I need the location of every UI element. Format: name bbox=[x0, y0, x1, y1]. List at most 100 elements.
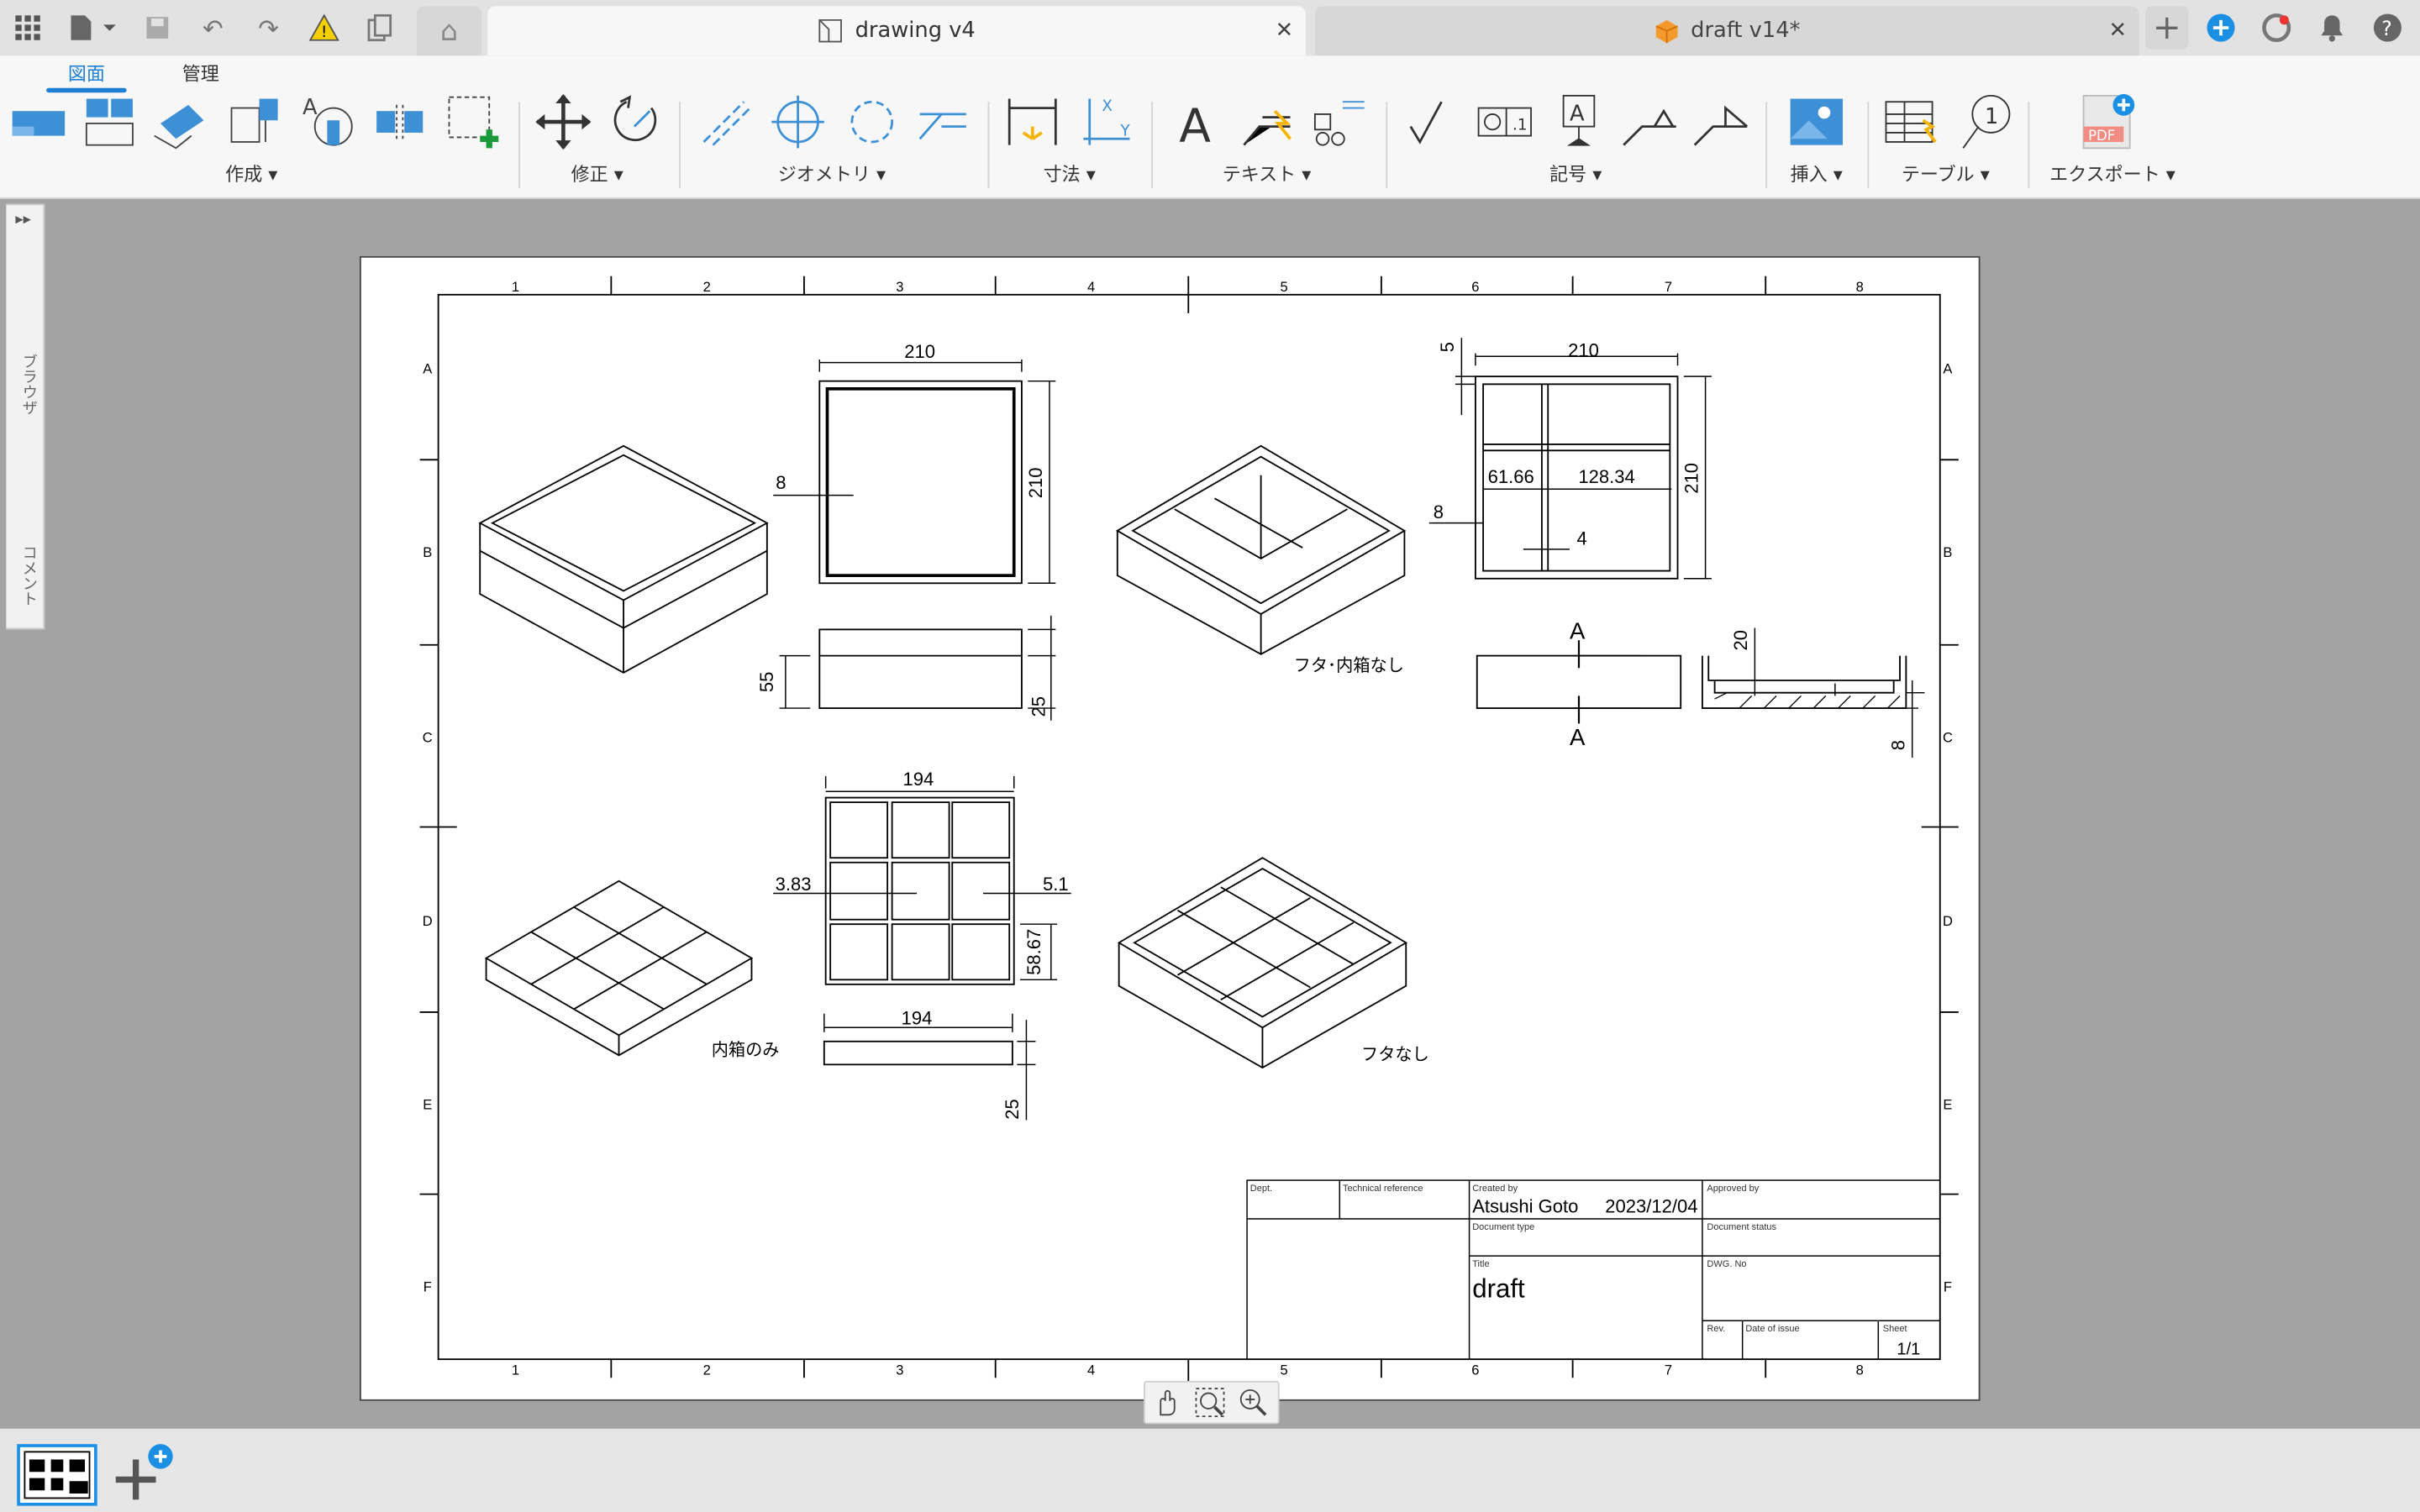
view-caption: フタ･内箱なし bbox=[1294, 656, 1404, 675]
help-icon[interactable]: ? bbox=[2369, 9, 2406, 46]
tab-draft[interactable]: draft v14* ✕ bbox=[1314, 6, 2139, 56]
move-icon[interactable] bbox=[534, 92, 593, 151]
front-view-lid[interactable] bbox=[779, 615, 1056, 721]
datum-identifier-icon[interactable]: A bbox=[1549, 92, 1608, 151]
projected-view-icon[interactable] bbox=[81, 92, 139, 151]
leader-icon[interactable] bbox=[1241, 92, 1300, 151]
group-create[interactable]: 作成 ▾ bbox=[225, 160, 277, 186]
iso-box-with-tray[interactable] bbox=[1117, 857, 1408, 1069]
top-view-box[interactable] bbox=[1428, 338, 1712, 580]
dim-label: 25 bbox=[1002, 1099, 1023, 1120]
group-insert[interactable]: 挿入 ▾ bbox=[1791, 160, 1843, 186]
tab-drawing[interactable]: drawing v4 ✕ bbox=[487, 6, 1306, 56]
title-block-field: Approved by bbox=[1707, 1184, 1759, 1194]
balloon-icon[interactable]: 1 bbox=[1957, 92, 2016, 151]
dimension-icon[interactable] bbox=[1003, 92, 1062, 151]
zone-row-label: A bbox=[1943, 360, 1952, 376]
close-tab-icon[interactable]: ✕ bbox=[2108, 18, 2127, 43]
group-modify[interactable]: 修正 ▾ bbox=[571, 160, 623, 186]
zone-row-label: D bbox=[1943, 913, 1953, 929]
file-menu-icon[interactable] bbox=[65, 9, 117, 46]
notification-bell-icon[interactable] bbox=[2313, 9, 2350, 46]
tab-drawing-ribbon[interactable]: 図面 bbox=[46, 60, 127, 93]
view-caption: 内箱のみ bbox=[712, 1040, 780, 1059]
sheet-thumbnail[interactable] bbox=[17, 1444, 97, 1506]
copy-icon[interactable] bbox=[361, 9, 398, 46]
top-view-lid[interactable] bbox=[773, 359, 1056, 585]
iso-inner-tray[interactable] bbox=[484, 879, 754, 1057]
svg-text:A: A bbox=[1570, 101, 1585, 126]
browser-label[interactable]: ブラウザ bbox=[15, 354, 39, 415]
apps-grid-icon[interactable] bbox=[9, 9, 46, 46]
break-view-icon[interactable]: A bbox=[299, 92, 358, 151]
edge-extension-icon[interactable] bbox=[913, 92, 972, 151]
zone-col-label: 2 bbox=[703, 279, 711, 295]
svg-text:A: A bbox=[1179, 99, 1211, 151]
zone-col-label: 5 bbox=[1281, 1362, 1288, 1378]
undo-icon[interactable]: ↶ bbox=[194, 9, 231, 46]
view-caption: フタなし bbox=[1361, 1045, 1429, 1064]
creation-date: 2023/12/04 bbox=[1605, 1196, 1697, 1217]
tab-manage[interactable]: 管理 bbox=[182, 60, 219, 87]
group-dimensions[interactable]: 寸法 ▾ bbox=[1044, 160, 1096, 186]
redo-icon[interactable]: ↷ bbox=[250, 9, 287, 46]
dim-label: 128.34 bbox=[1578, 466, 1634, 487]
zoom-icon[interactable] bbox=[1238, 1387, 1269, 1418]
iso-open-box[interactable] bbox=[1115, 444, 1407, 655]
section-view-icon[interactable] bbox=[151, 92, 210, 151]
group-export[interactable]: エクスポート ▾ bbox=[2049, 160, 2175, 186]
expand-panel-icon[interactable]: ▸▸ bbox=[15, 212, 30, 228]
surface-texture-icon[interactable] bbox=[1404, 92, 1463, 151]
design-doc-icon bbox=[1655, 19, 1677, 44]
note-balloon-icon[interactable] bbox=[1309, 92, 1368, 151]
detail-view-icon[interactable] bbox=[225, 92, 284, 151]
iso-closed-box[interactable] bbox=[478, 444, 769, 674]
drawing-frame bbox=[437, 293, 1941, 1361]
close-tab-icon[interactable]: ✕ bbox=[1276, 18, 1294, 43]
svg-text:PDF: PDF bbox=[2088, 128, 2115, 144]
extensions-icon[interactable] bbox=[2202, 9, 2239, 46]
home-tab[interactable]: ⌂ bbox=[416, 6, 482, 56]
ordinate-dimension-icon[interactable]: XY bbox=[1077, 92, 1136, 151]
svg-text:A: A bbox=[302, 95, 318, 120]
svg-text:!: ! bbox=[321, 24, 327, 41]
text-icon[interactable]: A bbox=[1170, 92, 1228, 151]
front-view-box[interactable] bbox=[1476, 640, 1682, 724]
comments-label[interactable]: コメント bbox=[15, 544, 39, 606]
title-block-field: Title bbox=[1472, 1259, 1489, 1269]
zoom-window-icon[interactable] bbox=[1195, 1387, 1226, 1418]
dim-label: 61.66 bbox=[1488, 466, 1534, 487]
export-pdf-icon[interactable]: PDF bbox=[2077, 92, 2136, 151]
group-tables[interactable]: テーブル ▾ bbox=[1902, 160, 1990, 186]
group-geometry[interactable]: ジオメトリ ▾ bbox=[778, 160, 886, 186]
browser-panel[interactable]: ▸▸ ブラウザ コメント bbox=[6, 203, 45, 630]
insert-image-icon[interactable] bbox=[1787, 92, 1846, 151]
drawing-doc-icon bbox=[818, 18, 842, 43]
base-view-icon[interactable] bbox=[9, 92, 68, 151]
title-block-field: Date of issue bbox=[1745, 1324, 1799, 1334]
job-status-icon[interactable] bbox=[2258, 9, 2295, 46]
break-lines-icon[interactable] bbox=[371, 92, 429, 151]
add-sheet-icon[interactable] bbox=[111, 1441, 176, 1503]
center-mark-pattern-icon[interactable] bbox=[843, 92, 902, 151]
weld-symbol-icon[interactable] bbox=[1621, 92, 1680, 151]
title-block-field: Document status bbox=[1707, 1222, 1776, 1232]
drawing-sheet[interactable]: 1 2 3 4 5 6 7 8 1 2 3 4 5 6 7 8 A B C D … bbox=[359, 255, 1981, 1401]
group-text[interactable]: テキスト ▾ bbox=[1223, 160, 1312, 186]
new-sheet-icon[interactable] bbox=[445, 92, 503, 151]
dim-label: 210 bbox=[904, 341, 935, 362]
group-symbols[interactable]: 記号 ▾ bbox=[1549, 160, 1602, 186]
new-tab-icon[interactable]: + bbox=[2145, 6, 2189, 50]
save-icon[interactable] bbox=[139, 9, 176, 46]
dim-label: 3.83 bbox=[776, 874, 812, 895]
rotate-icon[interactable] bbox=[605, 92, 664, 151]
feature-control-frame-icon[interactable]: .1 bbox=[1476, 92, 1534, 151]
center-mark-icon[interactable] bbox=[769, 92, 828, 151]
pan-hand-icon[interactable] bbox=[1151, 1387, 1182, 1418]
centerline-icon[interactable] bbox=[697, 92, 756, 151]
table-icon[interactable] bbox=[1883, 92, 1942, 151]
dim-label: 25 bbox=[1028, 696, 1049, 717]
svg-text:Y: Y bbox=[1119, 123, 1130, 140]
taper-slope-icon[interactable] bbox=[1691, 92, 1750, 151]
warning-icon[interactable]: ! bbox=[306, 9, 343, 46]
